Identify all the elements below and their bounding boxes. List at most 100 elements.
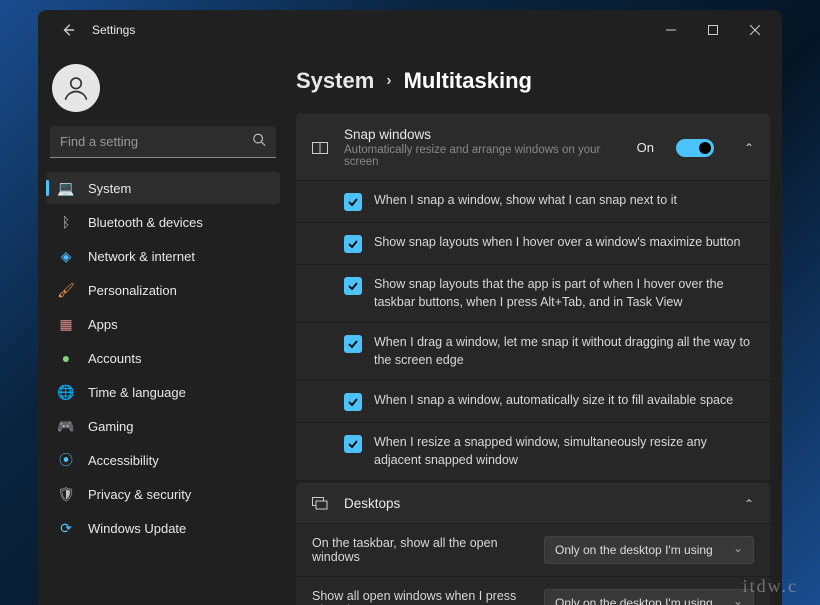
- watermark: itdw.c: [743, 576, 798, 597]
- sidebar-item-personalization[interactable]: 🖌 Personalization: [46, 274, 280, 306]
- sidebar-item-label: System: [88, 181, 131, 196]
- sidebar-item-bluetooth[interactable]: ᛒ Bluetooth & devices: [46, 206, 280, 238]
- snap-option-row[interactable]: When I resize a snapped window, simultan…: [296, 422, 770, 480]
- app-title: Settings: [92, 23, 135, 37]
- sidebar-item-update[interactable]: ⟳ Windows Update: [46, 512, 280, 544]
- check-icon: [348, 281, 358, 291]
- desktops-card: Desktops ⌃ On the taskbar, show all the …: [296, 483, 770, 605]
- desktops-option-row: Show all open windows when I press Alt+T…: [296, 576, 770, 605]
- sidebar-item-label: Time & language: [88, 385, 186, 400]
- sidebar-item-accounts[interactable]: ● Accounts: [46, 342, 280, 374]
- maximize-icon: [708, 25, 718, 35]
- breadcrumb-parent[interactable]: System: [296, 68, 374, 94]
- check-label: Show snap layouts that the app is part o…: [374, 276, 754, 311]
- sidebar-item-label: Bluetooth & devices: [88, 215, 203, 230]
- snap-option-row[interactable]: When I snap a window, automatically size…: [296, 380, 770, 422]
- chevron-up-icon: ⌃: [744, 497, 754, 511]
- wifi-icon: ◈: [58, 248, 74, 264]
- minimize-icon: [666, 25, 676, 35]
- sidebar-item-gaming[interactable]: 🎮 Gaming: [46, 410, 280, 442]
- desktops-option-row: On the taskbar, show all the open window…: [296, 523, 770, 576]
- search-input[interactable]: [50, 126, 276, 158]
- back-arrow-icon: [61, 23, 75, 37]
- sidebar-item-network[interactable]: ◈ Network & internet: [46, 240, 280, 272]
- desktops-header[interactable]: Desktops ⌃: [296, 484, 770, 523]
- check-label: Show snap layouts when I hover over a wi…: [374, 234, 740, 252]
- content: System › Multitasking Snap windows Autom…: [288, 50, 782, 605]
- check-icon: [348, 197, 358, 207]
- desktops-dropdown[interactable]: Only on the desktop I'm using: [544, 589, 754, 605]
- search-icon: [252, 133, 266, 152]
- breadcrumb-current: Multitasking: [404, 68, 532, 94]
- option-label: On the taskbar, show all the open window…: [312, 536, 530, 564]
- desktops-dropdown[interactable]: Only on the desktop I'm using: [544, 536, 754, 564]
- sidebar-item-label: Gaming: [88, 419, 134, 434]
- brush-icon: 🖌: [58, 282, 74, 298]
- snap-windows-card: Snap windows Automatically resize and ar…: [296, 114, 770, 480]
- sidebar-item-accessibility[interactable]: ⦿ Accessibility: [46, 444, 280, 476]
- card-subtitle: Automatically resize and arrange windows…: [344, 144, 623, 168]
- check-icon: [348, 239, 358, 249]
- snap-option-row[interactable]: Show snap layouts when I hover over a wi…: [296, 222, 770, 264]
- checkbox[interactable]: [344, 193, 362, 211]
- sidebar-item-label: Accounts: [88, 351, 141, 366]
- breadcrumb: System › Multitasking: [296, 68, 770, 94]
- sidebar-item-label: Windows Update: [88, 521, 186, 536]
- window-controls: [650, 15, 776, 45]
- snap-option-row[interactable]: When I drag a window, let me snap it wit…: [296, 322, 770, 380]
- check-icon: [348, 439, 358, 449]
- snap-toggle[interactable]: [676, 139, 714, 157]
- sidebar-item-privacy[interactable]: 🛡 Privacy & security: [46, 478, 280, 510]
- titlebar: Settings: [38, 10, 782, 50]
- accessibility-icon: ⦿: [58, 452, 74, 468]
- card-title: Snap windows: [344, 127, 623, 142]
- checkbox[interactable]: [344, 235, 362, 253]
- sidebar: 💻 System ᛒ Bluetooth & devices ◈ Network…: [38, 50, 288, 605]
- back-button[interactable]: [54, 16, 82, 44]
- close-button[interactable]: [734, 15, 776, 45]
- globe-icon: 🌐: [58, 384, 74, 400]
- gaming-icon: 🎮: [58, 418, 74, 434]
- check-icon: [348, 339, 358, 349]
- body: 💻 System ᛒ Bluetooth & devices ◈ Network…: [38, 50, 782, 605]
- sidebar-item-apps[interactable]: ▦ Apps: [46, 308, 280, 340]
- checkbox[interactable]: [344, 393, 362, 411]
- snap-windows-header[interactable]: Snap windows Automatically resize and ar…: [296, 115, 770, 180]
- system-icon: 💻: [58, 180, 74, 196]
- check-label: When I resize a snapped window, simultan…: [374, 434, 754, 469]
- option-label: Show all open windows when I press Alt+T…: [312, 589, 530, 605]
- chevron-up-icon: ⌃: [744, 141, 754, 155]
- shield-icon: 🛡: [58, 486, 74, 502]
- sidebar-item-label: Apps: [88, 317, 118, 332]
- desktops-icon: [312, 497, 330, 511]
- sidebar-item-system[interactable]: 💻 System: [46, 172, 280, 204]
- sidebar-item-label: Privacy & security: [88, 487, 191, 502]
- toggle-state-label: On: [637, 140, 654, 155]
- sidebar-item-label: Personalization: [88, 283, 177, 298]
- sidebar-item-label: Accessibility: [88, 453, 159, 468]
- accounts-icon: ●: [58, 350, 74, 366]
- minimize-button[interactable]: [650, 15, 692, 45]
- snap-option-row[interactable]: When I snap a window, show what I can sn…: [296, 180, 770, 222]
- user-icon: [62, 74, 90, 102]
- bluetooth-icon: ᛒ: [58, 214, 74, 230]
- card-title: Desktops: [344, 496, 714, 511]
- settings-window: Settings 💻 System ᛒ Bluetooth & devices: [38, 10, 782, 605]
- check-label: When I snap a window, automatically size…: [374, 392, 733, 410]
- profile-avatar[interactable]: [52, 64, 100, 112]
- snap-option-row[interactable]: Show snap layouts that the app is part o…: [296, 264, 770, 322]
- snap-icon: [312, 142, 330, 154]
- maximize-button[interactable]: [692, 15, 734, 45]
- update-icon: ⟳: [58, 520, 74, 536]
- check-icon: [348, 397, 358, 407]
- sidebar-item-time[interactable]: 🌐 Time & language: [46, 376, 280, 408]
- chevron-right-icon: ›: [386, 72, 391, 90]
- check-label: When I drag a window, let me snap it wit…: [374, 334, 754, 369]
- close-icon: [750, 25, 760, 35]
- checkbox[interactable]: [344, 335, 362, 353]
- checkbox[interactable]: [344, 435, 362, 453]
- search-wrap: [50, 126, 276, 158]
- sidebar-item-label: Network & internet: [88, 249, 195, 264]
- apps-icon: ▦: [58, 316, 74, 332]
- checkbox[interactable]: [344, 277, 362, 295]
